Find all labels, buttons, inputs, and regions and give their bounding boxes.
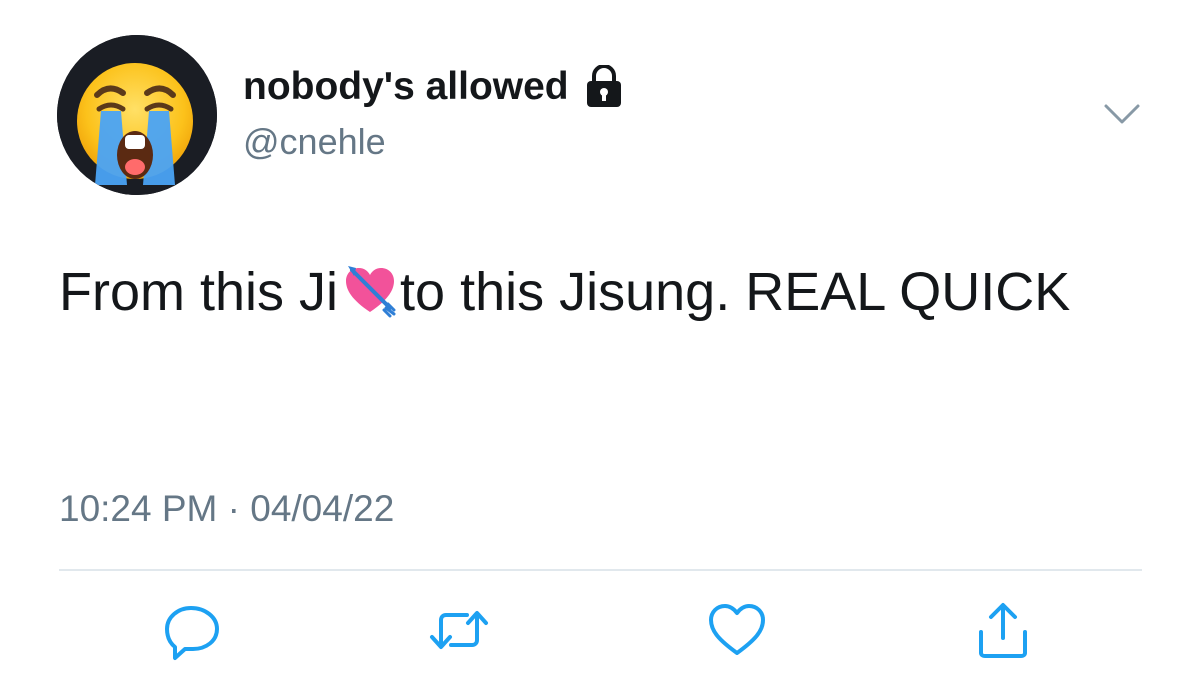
like-button[interactable] bbox=[705, 598, 769, 662]
heart-icon bbox=[709, 604, 765, 655]
avatar[interactable] bbox=[57, 35, 217, 195]
retweet-icon bbox=[430, 611, 488, 649]
retweet-button[interactable] bbox=[427, 598, 491, 662]
reply-icon bbox=[165, 606, 219, 660]
heart-with-arrow-icon bbox=[342, 260, 398, 318]
share-button[interactable] bbox=[971, 598, 1035, 662]
display-name[interactable]: nobody's allowed bbox=[243, 62, 569, 112]
tweet-card: nobody's allowed @cnehle From this Ji to… bbox=[0, 0, 1200, 699]
action-bar bbox=[0, 598, 1200, 668]
display-name-row: nobody's allowed bbox=[243, 62, 625, 112]
tweet-text-part1: From this Ji bbox=[59, 262, 339, 322]
chevron-down-icon bbox=[1104, 104, 1140, 124]
more-menu-button[interactable] bbox=[1103, 102, 1141, 126]
lock-icon bbox=[583, 64, 625, 109]
user-handle[interactable]: @cnehle bbox=[243, 118, 386, 166]
loudly-crying-face-icon bbox=[57, 35, 217, 195]
tweet-text: From this Ji to this Jisung. REAL QUICK bbox=[59, 252, 1149, 332]
divider bbox=[59, 569, 1142, 571]
tweet-timestamp[interactable]: 10:24 PM · 04/04/22 bbox=[59, 484, 394, 534]
tweet-text-part2: to this Jisung. REAL QUICK bbox=[400, 262, 1071, 322]
reply-button[interactable] bbox=[161, 598, 225, 662]
share-icon bbox=[979, 603, 1027, 658]
